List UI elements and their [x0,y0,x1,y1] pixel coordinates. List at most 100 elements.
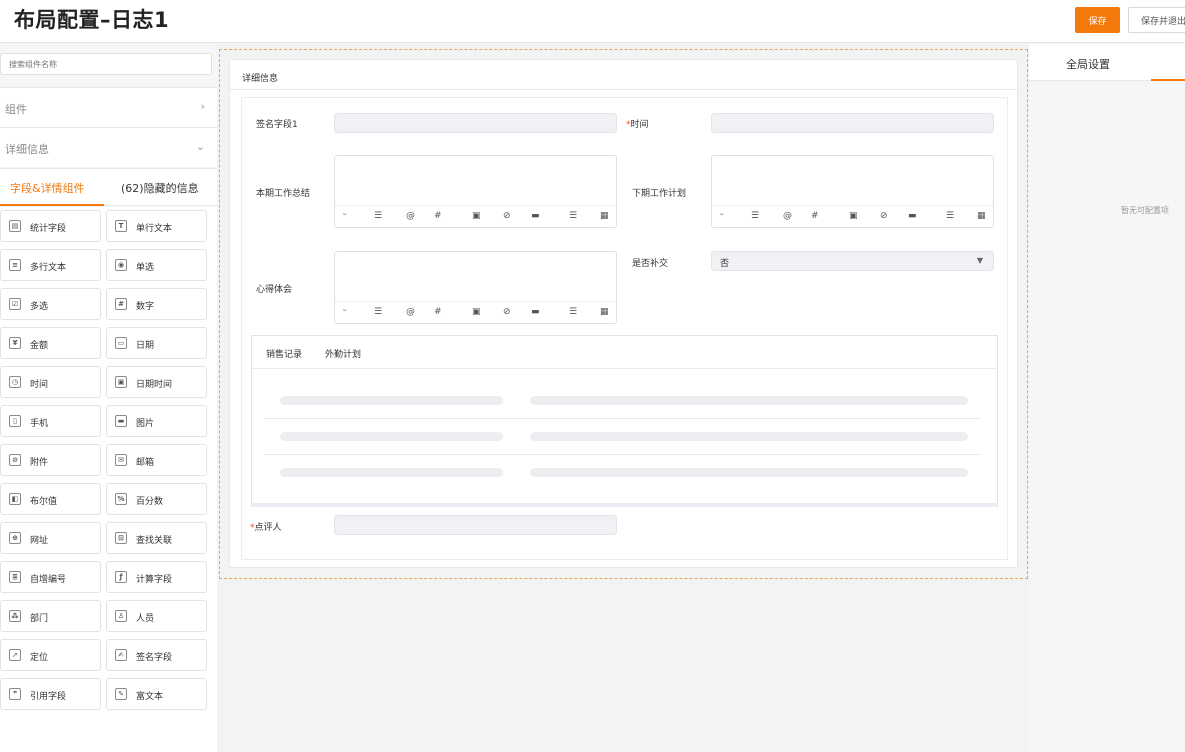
component-label: 图片 [136,419,155,429]
image-icon[interactable]: ▣ [472,307,481,317]
subtable-block[interactable]: 销售记录 外勤计划 [251,335,998,507]
card-title: 详细信息 [242,74,279,84]
hashtag-icon[interactable]: # [434,307,442,317]
attachment-icon[interactable]: ⊘ [503,307,511,317]
component-item[interactable]: ➚ 定位 [0,639,101,671]
lookup-icon: ⊡ [115,532,127,544]
attachment-icon[interactable]: ⊘ [503,211,511,221]
component-item[interactable]: # 数字 [106,288,207,320]
work-summary-editor[interactable]: ᵕ ☰ @ # ▣ ⊘ ▬ ☰ ▦ [334,155,617,228]
reviewer-field[interactable] [334,515,617,535]
component-item[interactable]: ◉ 单选 [106,249,207,281]
tab-hidden-info[interactable]: (62)隐藏的信息 [121,180,199,196]
subtable-divider [252,368,997,369]
align-icon[interactable]: ☰ [569,307,577,317]
skeleton-bar [280,468,503,477]
align-icon[interactable]: ☰ [946,211,954,221]
save-button[interactable]: 保存 [1075,7,1120,33]
table-icon[interactable]: ▦ [600,211,609,221]
component-label: 查找关联 [136,536,173,546]
next-plan-editor[interactable]: ᵕ ☰ @ # ▣ ⊘ ▬ ☰ ▦ [711,155,994,228]
hashtag-icon[interactable]: # [811,211,819,221]
field-label-makeup: 是否补交 [632,259,669,269]
component-item[interactable]: T 单行文本 [106,210,207,242]
layout-canvas: 详细信息 签名字段1 *时间 本期工作总结 ᵕ ☰ @ # ▣ ⊘ ▬ ☰ ▦ 下期工作计划 ᵕ… [217,44,1029,752]
component-label: 百分数 [136,497,164,507]
signature-field[interactable] [334,113,617,133]
component-item[interactable]: ❞ 引用字段 [0,678,101,710]
sidebar-tabs: 字段&详情组件 (62)隐藏的信息 [0,168,217,206]
skeleton-bar [530,432,968,441]
component-item[interactable]: ▬ 图片 [106,405,207,437]
mention-icon[interactable]: @ [783,211,792,221]
component-item[interactable]: ⊕ 网址 [0,522,101,554]
component-item[interactable]: ▭ 日期 [106,327,207,359]
global-settings-tab[interactable]: 全局设置 [1066,56,1110,72]
block-icon[interactable]: ▬ [531,307,540,317]
component-item[interactable]: ƒ 计算字段 [106,561,207,593]
component-item[interactable]: ◧ 布尔值 [0,483,101,515]
time-field[interactable] [711,113,994,133]
search-input[interactable] [0,53,212,75]
detail-card: 详细信息 签名字段1 *时间 本期工作总结 ᵕ ☰ @ # ▣ ⊘ ▬ ☰ ▦ 下期工作计划 ᵕ… [229,59,1018,568]
list-icon[interactable]: ☰ [374,307,382,317]
component-label: 自增编号 [30,575,67,585]
subtab-field-plan[interactable]: 外勤计划 [325,347,361,360]
table-icon[interactable]: ▦ [977,211,986,221]
canvas-drop-area[interactable]: 详细信息 签名字段1 *时间 本期工作总结 ᵕ ☰ @ # ▣ ⊘ ▬ ☰ ▦ 下期工作计划 ᵕ… [219,49,1028,579]
table-icon[interactable]: ▦ [600,307,609,317]
component-item[interactable]: ✎ 富文本 [106,678,207,710]
hashtag-icon[interactable]: # [434,211,442,221]
image-icon[interactable]: ▣ [472,211,481,221]
component-item[interactable]: ♙ 人员 [106,600,207,632]
editor-toolbar: ᵕ ☰ @ # ▣ ⊘ ▬ ☰ ▦ [335,205,616,227]
mention-icon[interactable]: @ [406,307,415,317]
component-item[interactable]: ⁂ 部门 [0,600,101,632]
field-label-next-plan: 下期工作计划 [632,189,687,199]
align-icon[interactable]: ☰ [569,211,577,221]
component-item[interactable]: ¥ 金额 [0,327,101,359]
component-sidebar: 组件 › 详细信息 ⌄ 字段&详情组件 (62)隐藏的信息 ▤ 统计字段 T 单行文本… [0,44,217,752]
collapse-details[interactable]: 详细信息 ⌄ [0,127,217,167]
image-icon[interactable]: ▣ [849,211,858,221]
component-item[interactable]: ▣ 日期时间 [106,366,207,398]
autonumber-icon: ≣ [9,571,21,583]
component-label: 单行文本 [136,224,173,234]
component-item[interactable]: ✍ 签名字段 [106,639,207,671]
component-item[interactable]: ✉ 邮箱 [106,444,207,476]
field-label-time: *时间 [626,117,649,130]
mention-icon[interactable]: @ [406,211,415,221]
component-item[interactable]: ≣ 自增编号 [0,561,101,593]
collapse-components-label: 组件 [5,103,27,116]
global-settings-header: 全局设置 [1029,44,1185,81]
makeup-select[interactable]: 否 ▼ [711,251,994,271]
component-item[interactable]: ≡ 多行文本 [0,249,101,281]
experience-editor[interactable]: ᵕ ☰ @ # ▣ ⊘ ▬ ☰ ▦ [334,251,617,324]
list-icon[interactable]: ☰ [751,211,759,221]
emoji-icon[interactable]: ᵕ [343,211,347,221]
attachment-icon[interactable]: ⊘ [880,211,888,221]
collapse-components[interactable]: 组件 › [0,87,217,127]
block-icon[interactable]: ▬ [908,211,917,221]
save-and-exit-button[interactable]: 保存并退出 [1128,7,1185,33]
component-item[interactable]: % 百分数 [106,483,207,515]
component-item[interactable]: ◷ 时间 [0,366,101,398]
component-item[interactable]: ▯ 手机 [0,405,101,437]
component-item[interactable]: ☑ 多选 [0,288,101,320]
list-icon[interactable]: ☰ [374,211,382,221]
tab-fields[interactable]: 字段&详情组件 [10,180,85,196]
component-label: 部门 [30,614,49,624]
subtab-sales-record[interactable]: 销售记录 [266,347,302,360]
component-item[interactable]: ⊡ 查找关联 [106,522,207,554]
emoji-icon[interactable]: ᵕ [720,211,724,221]
editor-toolbar: ᵕ ☰ @ # ▣ ⊘ ▬ ☰ ▦ [712,205,993,227]
checkbox-icon: ☑ [9,298,21,310]
block-icon[interactable]: ▬ [531,211,540,221]
date-icon: ▭ [115,337,127,349]
page-title: 布局配置–日志1 [14,8,170,32]
component-item[interactable]: ⊘ 附件 [0,444,101,476]
component-label: 布尔值 [30,497,58,507]
component-item[interactable]: ▤ 统计字段 [0,210,101,242]
emoji-icon[interactable]: ᵕ [343,307,347,317]
component-label: 多行文本 [30,263,67,273]
